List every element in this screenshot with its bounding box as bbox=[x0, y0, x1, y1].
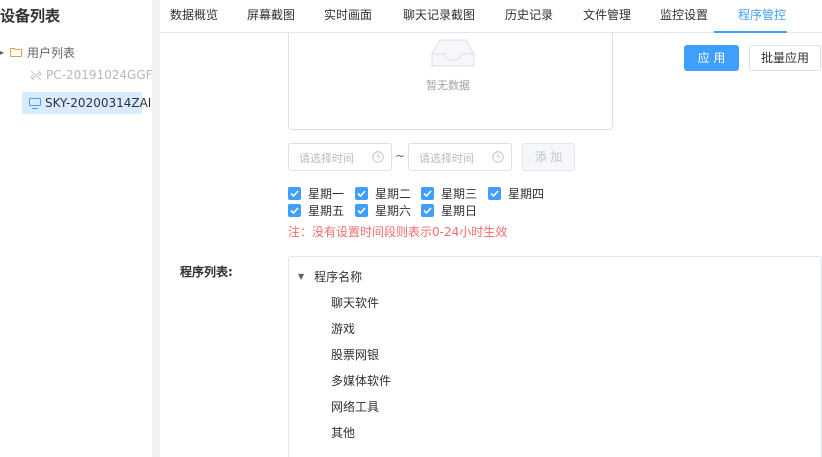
tab-data-overview[interactable]: 数据概览 bbox=[170, 0, 218, 33]
add-time-button[interactable]: 添 加 bbox=[522, 143, 575, 171]
weekday-checkbox-sun[interactable]: 星期日 bbox=[421, 202, 477, 219]
weekday-checkbox-sat[interactable]: 星期六 bbox=[355, 202, 411, 219]
tab-program-control[interactable]: 程序管控 bbox=[738, 0, 786, 33]
offline-link-icon bbox=[30, 70, 42, 80]
checkbox-checked-icon[interactable] bbox=[288, 187, 301, 200]
weekday-label: 星期四 bbox=[508, 187, 545, 201]
program-item-media[interactable]: 多媒体软件 bbox=[331, 372, 391, 389]
tab-monitor-settings[interactable]: 监控设置 bbox=[660, 0, 708, 33]
program-item-games[interactable]: 游戏 bbox=[331, 320, 355, 337]
weekday-checkbox-fri[interactable]: 星期五 bbox=[288, 202, 344, 219]
clock-icon bbox=[492, 151, 504, 163]
tree-root-user-list[interactable]: ▸ 用户列表 bbox=[0, 43, 75, 61]
weekday-checkbox-thu[interactable]: 星期四 bbox=[488, 185, 544, 202]
weekday-label: 星期一 bbox=[308, 187, 345, 201]
apply-button[interactable]: 应 用 bbox=[684, 45, 739, 71]
active-tab-indicator bbox=[714, 31, 787, 33]
tree-root-label: 用户列表 bbox=[27, 45, 76, 60]
sidebar-title: 设备列表 bbox=[0, 7, 61, 25]
weekday-label: 星期五 bbox=[308, 204, 345, 218]
program-item-other[interactable]: 其他 bbox=[331, 424, 355, 441]
end-time-input[interactable]: 请选择时间 bbox=[408, 143, 512, 171]
start-time-placeholder: 请选择时间 bbox=[299, 152, 354, 165]
empty-inbox-icon bbox=[431, 39, 475, 67]
batch-apply-button[interactable]: 批量应用 bbox=[749, 45, 821, 71]
checkbox-checked-icon[interactable] bbox=[421, 187, 434, 200]
program-root-label: 程序名称 bbox=[314, 270, 363, 284]
device-sidebar: 设备列表 ▸ 用户列表 PC-20191024GGFA SKY-20200314… bbox=[0, 0, 160, 457]
tab-file-management[interactable]: 文件管理 bbox=[583, 0, 631, 33]
weekday-label: 星期二 bbox=[375, 187, 412, 201]
empty-text: 暂无数据 bbox=[426, 79, 470, 92]
tree-node-pc[interactable]: PC-20191024GGFA bbox=[30, 68, 160, 82]
monitor-icon bbox=[29, 97, 41, 109]
weekday-label: 星期六 bbox=[375, 204, 412, 218]
end-time-placeholder: 请选择时间 bbox=[419, 152, 474, 165]
weekday-checkbox-tue[interactable]: 星期二 bbox=[355, 185, 411, 202]
tab-history[interactable]: 历史记录 bbox=[505, 0, 553, 33]
weekday-checkbox-mon[interactable]: 星期一 bbox=[288, 185, 344, 202]
expand-arrow-icon[interactable]: ▸ bbox=[0, 48, 10, 57]
tab-chat-screenshots[interactable]: 聊天记录截图 bbox=[403, 0, 475, 33]
weekday-checkbox-wed[interactable]: 星期三 bbox=[421, 185, 477, 202]
collapse-caret-icon[interactable]: ▼ bbox=[298, 272, 304, 281]
checkbox-checked-icon[interactable] bbox=[288, 204, 301, 217]
tree-node-label: SKY-20200314ZAI bbox=[45, 96, 152, 110]
program-tree-root[interactable]: ▼ 程序名称 bbox=[298, 268, 362, 285]
clock-icon bbox=[372, 151, 384, 163]
tab-live-view[interactable]: 实时画面 bbox=[324, 0, 372, 33]
tab-screenshots[interactable]: 屏幕截图 bbox=[247, 0, 295, 33]
program-item-banking[interactable]: 股票网银 bbox=[331, 346, 379, 363]
start-time-input[interactable]: 请选择时间 bbox=[288, 143, 392, 171]
time-note: 注：没有设置时间段则表示0-24小时生效 bbox=[288, 225, 508, 239]
checkbox-checked-icon[interactable] bbox=[488, 187, 501, 200]
program-item-chat[interactable]: 聊天软件 bbox=[331, 294, 379, 311]
checkbox-checked-icon[interactable] bbox=[355, 204, 368, 217]
weekday-label: 星期三 bbox=[441, 187, 478, 201]
time-separator: ~ bbox=[395, 149, 406, 163]
tree-node-sky[interactable]: SKY-20200314ZAI bbox=[22, 92, 151, 114]
program-item-network-tools[interactable]: 网络工具 bbox=[331, 398, 379, 415]
folder-icon bbox=[10, 48, 22, 57]
tree-node-label: PC-20191024GGFA bbox=[46, 68, 160, 82]
program-list-label: 程序列表: bbox=[180, 265, 233, 279]
checkbox-checked-icon[interactable] bbox=[355, 187, 368, 200]
weekday-label: 星期日 bbox=[441, 204, 478, 218]
checkbox-checked-icon[interactable] bbox=[421, 204, 434, 217]
sidebar-divider bbox=[152, 0, 160, 457]
